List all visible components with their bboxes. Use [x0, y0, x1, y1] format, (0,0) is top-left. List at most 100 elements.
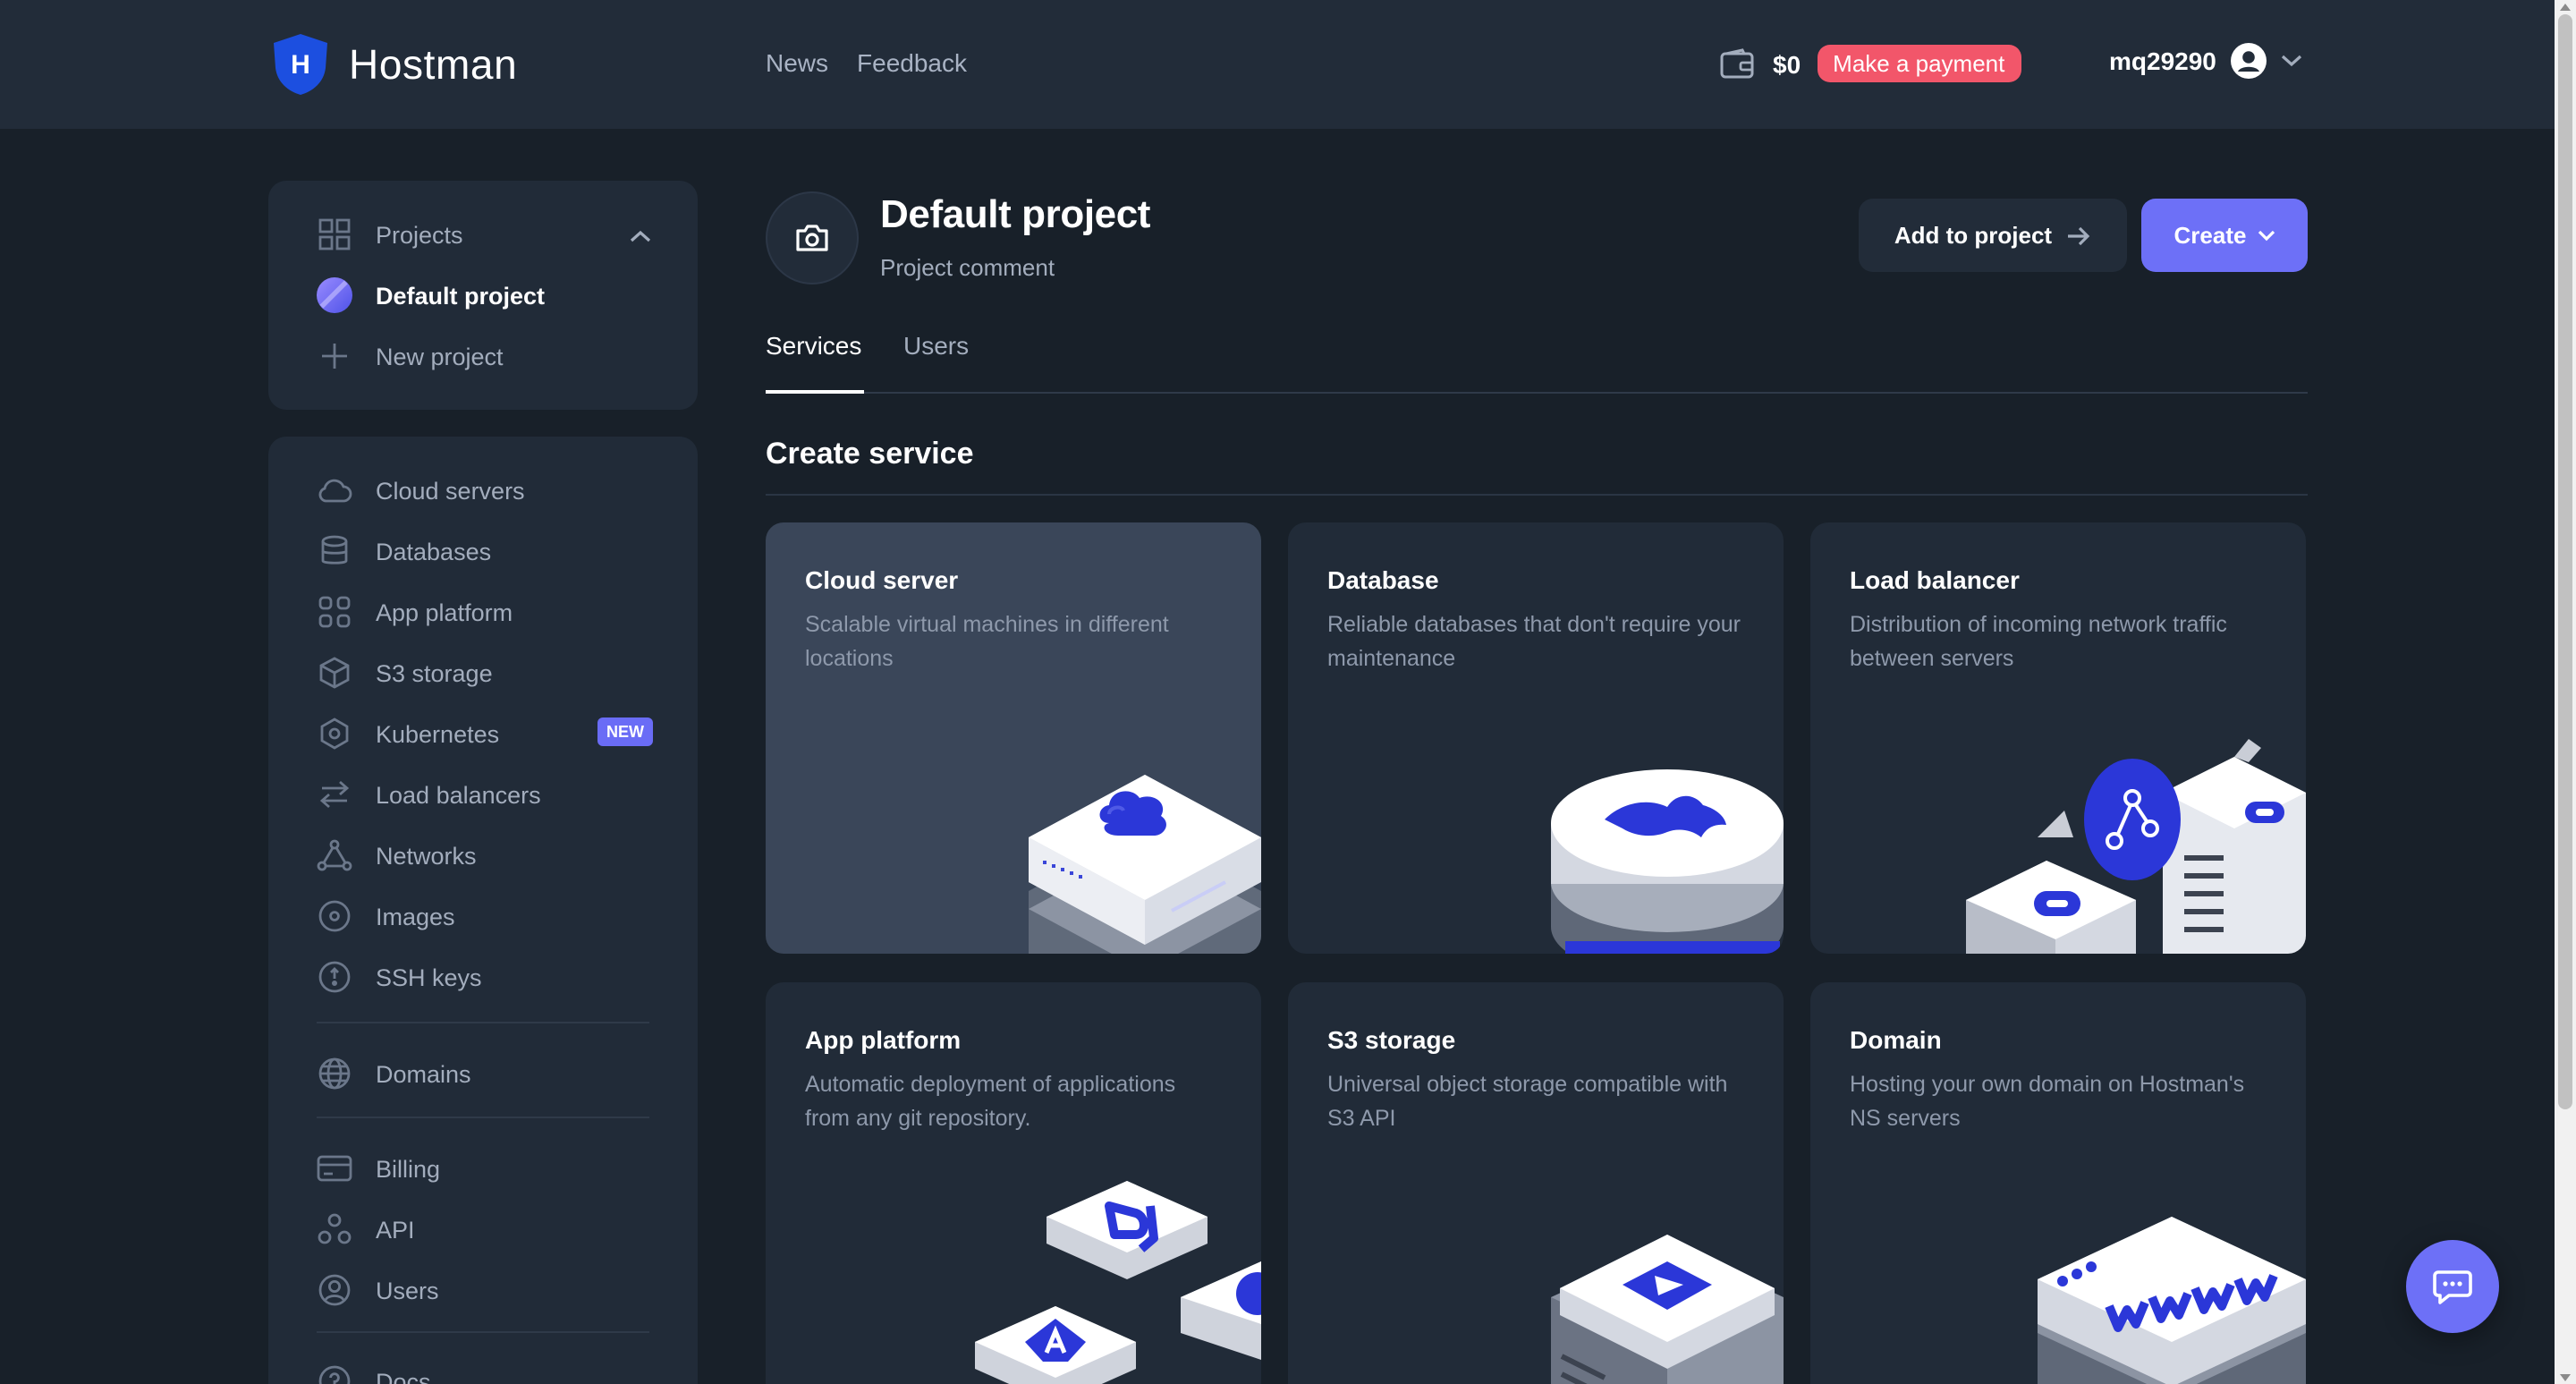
projects-header-label: Projects	[376, 221, 463, 248]
tabs: Services Users	[766, 327, 2308, 394]
card-title: Cloud server	[805, 565, 959, 594]
key-icon	[317, 959, 352, 995]
card-description: Distribution of incoming network traffic…	[1850, 612, 2227, 671]
globe-icon	[317, 1056, 352, 1091]
create-button[interactable]: Create	[2141, 199, 2308, 272]
new-project-button[interactable]: New project	[317, 338, 504, 374]
sidebar-item-networks[interactable]: Networks	[317, 837, 477, 873]
service-card-cloud-server[interactable]: Cloud server Scalable virtual machines i…	[766, 522, 1261, 954]
sidebar-item-label: Databases	[376, 538, 492, 565]
card-icon	[317, 1151, 352, 1186]
grid-icon	[317, 217, 352, 252]
camera-icon	[796, 225, 828, 251]
scroll-down-arrow-icon[interactable]	[2560, 1374, 2571, 1381]
s3-storage-illustration	[1551, 1235, 1784, 1384]
card-description: Automatic deployment of applications fro…	[805, 1072, 1176, 1131]
sidebar-item-domains[interactable]: Domains	[317, 1056, 471, 1091]
sidebar-item-billing[interactable]: Billing	[317, 1151, 440, 1186]
load-balancer-illustration	[1966, 739, 2306, 954]
chat-icon	[2433, 1270, 2472, 1304]
create-label: Create	[2174, 222, 2247, 249]
sidebar-item-label: Docs	[376, 1368, 431, 1384]
section-title: Create service	[766, 437, 974, 471]
card-title: App platform	[805, 1025, 962, 1054]
help-icon	[317, 1363, 352, 1384]
sidebar-item-label: Kubernetes	[376, 720, 500, 747]
chat-support-button[interactable]	[2406, 1240, 2499, 1333]
service-card-domain[interactable]: Domain Hosting your own domain on Hostma…	[1810, 982, 2306, 1384]
sidebar-item-load-balancers[interactable]: Load balancers	[317, 777, 541, 812]
nav-feedback-link[interactable]: Feedback	[857, 48, 967, 77]
sidebar-item-s3-storage[interactable]: S3 storage	[317, 655, 493, 691]
service-card-app-platform[interactable]: App platform Automatic deployment of app…	[766, 982, 1261, 1384]
service-card-load-balancer[interactable]: Load balancer Distribution of incoming n…	[1810, 522, 2306, 954]
service-card-s3-storage[interactable]: S3 storage Universal object storage comp…	[1288, 982, 1784, 1384]
project-item-default[interactable]: Default project	[317, 277, 545, 313]
project-item-label: Default project	[376, 282, 546, 309]
kubernetes-icon	[317, 716, 352, 751]
card-description: Universal object storage compatible with…	[1327, 1072, 1728, 1131]
active-tab-indicator	[766, 390, 864, 394]
project-avatar-icon	[317, 277, 352, 313]
sidebar-item-label: Domains	[376, 1060, 471, 1087]
top-bar: H Hostman News Feedback $0 Make a paymen…	[0, 0, 2555, 129]
top-nav: News Feedback	[766, 48, 967, 77]
page-scrollbar[interactable]	[2555, 0, 2576, 1384]
arrows-icon	[317, 777, 352, 812]
sidebar-item-label: S3 storage	[376, 659, 493, 686]
scrollbar-thumb[interactable]	[2558, 14, 2572, 1109]
sidebar-item-label: API	[376, 1216, 415, 1243]
project-comment[interactable]: Project comment	[880, 254, 1055, 281]
database-illustration	[1551, 769, 1784, 954]
sidebar-item-app-platform[interactable]: App platform	[317, 594, 513, 630]
projects-header[interactable]: Projects	[317, 217, 463, 252]
tab-users[interactable]: Users	[903, 331, 969, 360]
sidebar-item-label: SSH keys	[376, 964, 482, 990]
sidebar-item-images[interactable]: Images	[317, 898, 455, 934]
sidebar-item-ssh-keys[interactable]: SSH keys	[317, 959, 482, 995]
scroll-up-arrow-icon[interactable]	[2560, 4, 2571, 11]
avatar-icon	[2230, 43, 2267, 79]
add-to-project-label: Add to project	[1894, 222, 2053, 249]
grid-icon	[317, 594, 352, 630]
database-icon	[317, 533, 352, 569]
brand-logo[interactable]: H Hostman	[268, 32, 517, 97]
sidebar-item-docs[interactable]: Docs	[317, 1363, 431, 1384]
project-avatar-upload[interactable]	[766, 191, 859, 284]
logo-letter: H	[291, 50, 310, 80]
shield-logo-icon: H	[274, 34, 327, 95]
add-to-project-button[interactable]: Add to project	[1859, 199, 2127, 272]
sidebar-item-databases[interactable]: Databases	[317, 533, 491, 569]
arrow-right-icon	[2068, 225, 2090, 245]
card-title: Load balancer	[1850, 565, 2020, 594]
sidebar-item-label: Billing	[376, 1155, 441, 1182]
sidebar-divider	[317, 1331, 649, 1333]
make-payment-button[interactable]: Make a payment	[1817, 45, 2021, 82]
app-platform-illustration	[975, 1181, 1261, 1384]
tab-services[interactable]: Services	[766, 331, 861, 360]
chevron-up-icon[interactable]	[630, 229, 651, 243]
chevron-down-icon	[2281, 55, 2301, 67]
sidebar-item-cloud-servers[interactable]: Cloud servers	[317, 472, 525, 508]
api-icon	[317, 1211, 352, 1247]
network-icon	[317, 837, 352, 873]
projects-panel: Projects Default project New project	[268, 181, 698, 410]
service-card-database[interactable]: Database Reliable databases that don't r…	[1288, 522, 1784, 954]
username: mq29290	[2109, 47, 2216, 75]
card-title: Database	[1327, 565, 1439, 594]
sidebar-item-kubernetes[interactable]: Kubernetes	[317, 716, 499, 751]
sidebar-item-api[interactable]: API	[317, 1211, 415, 1247]
sidebar-menu: Cloud servers Databases App platform S3 …	[268, 437, 698, 1384]
cloud-server-illustration	[1029, 775, 1261, 954]
nav-news-link[interactable]: News	[766, 48, 828, 77]
sidebar-item-label: Cloud servers	[376, 477, 525, 504]
card-title: Domain	[1850, 1025, 1942, 1054]
card-description: Hosting your own domain on Hostman's NS …	[1850, 1072, 2245, 1131]
sidebar-item-users[interactable]: Users	[317, 1272, 439, 1308]
new-project-label: New project	[376, 343, 504, 369]
chevron-down-icon	[2258, 230, 2275, 242]
wallet-icon	[1720, 47, 1754, 78]
card-title: S3 storage	[1327, 1025, 1456, 1054]
user-menu[interactable]: mq29290	[2109, 43, 2302, 79]
plus-icon	[317, 338, 352, 374]
